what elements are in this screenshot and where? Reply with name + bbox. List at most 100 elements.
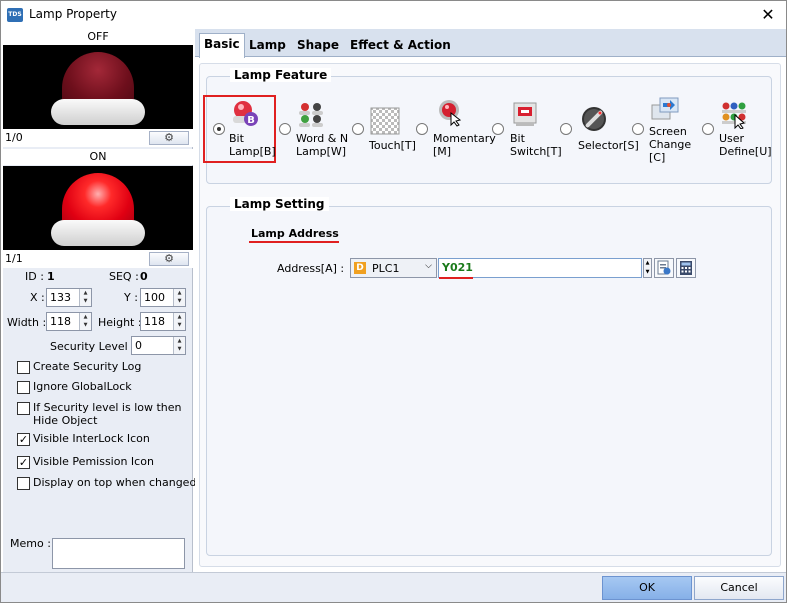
stepper-arrows-icon[interactable]: ▲ ▼ <box>173 289 185 306</box>
checkbox-label: Create Security Log <box>33 360 142 373</box>
device-badge-icon: D <box>354 262 366 274</box>
bit-switch-label[interactable]: Bit Switch[T] <box>510 132 562 158</box>
checkbox-label: Visible InterLock Icon <box>33 432 150 445</box>
bit-lamp-line2: Lamp[B] <box>229 145 276 158</box>
touch-radio[interactable] <box>352 123 364 135</box>
x-value: 133 <box>50 291 71 304</box>
right-panel: Basic Lamp Shape Effect & Action Lamp Fe… <box>195 29 786 572</box>
touch-line1: Touch[T] <box>369 139 416 152</box>
y-label: Y : <box>124 291 138 304</box>
screen-change-line1: Screen <box>649 125 687 138</box>
selector-icon <box>582 107 606 131</box>
momentary-line1: Momentary <box>433 132 496 145</box>
stepper-arrows-icon[interactable]: ▲ ▼ <box>79 289 91 306</box>
width-stepper[interactable]: 118 ▲ ▼ <box>46 312 92 331</box>
stepper-arrows-icon[interactable]: ▲ ▼ <box>173 337 185 354</box>
tab-shape[interactable]: Shape <box>293 35 343 57</box>
on-state-label: ON <box>3 149 193 165</box>
x-stepper[interactable]: 133 ▲ ▼ <box>46 288 92 307</box>
checkbox-box[interactable] <box>17 361 30 374</box>
user-define-radio[interactable] <box>702 123 714 135</box>
selector-label[interactable]: Selector[S] <box>578 139 639 152</box>
width-value: 118 <box>50 315 71 328</box>
title-bar: TDS Lamp Property ✕ <box>1 1 786 29</box>
ok-button[interactable]: OK <box>602 576 692 600</box>
on-lamp-preview <box>3 166 193 250</box>
bit-switch-radio[interactable] <box>492 123 504 135</box>
screen-change-label[interactable]: Screen Change [C] <box>649 125 691 164</box>
stepper-arrows-icon[interactable]: ▲ ▼ <box>79 313 91 330</box>
checkbox-box[interactable] <box>17 381 30 394</box>
memo-input[interactable] <box>52 538 185 569</box>
word-lamp-icon <box>299 103 323 127</box>
checkbox-label-line2: Hide Object <box>33 414 98 427</box>
security-level-stepper[interactable]: 0 ▲ ▼ <box>131 336 186 355</box>
selector-radio[interactable] <box>560 123 572 135</box>
keypad-icon <box>680 261 692 275</box>
user-define-label[interactable]: User Define[U] <box>719 132 772 158</box>
user-define-line1: User <box>719 132 745 145</box>
tab-lamp[interactable]: Lamp <box>245 35 290 57</box>
lamp-address-title: Lamp Address <box>251 227 339 240</box>
momentary-label[interactable]: Momentary [M] <box>433 132 496 158</box>
checkbox-box[interactable] <box>17 402 30 415</box>
on-lamp-footer: 1/1 ⚙ <box>3 250 193 268</box>
height-stepper[interactable]: 118 ▲ ▼ <box>140 312 186 331</box>
svg-text:B: B <box>247 115 255 126</box>
on-index: 1/1 <box>5 252 23 265</box>
off-settings-button[interactable]: ⚙ <box>149 131 189 145</box>
word-lamp-line1: Word & N <box>296 132 349 145</box>
close-button[interactable]: ✕ <box>756 3 780 27</box>
memo-label: Memo : <box>10 537 51 550</box>
on-lamp-base <box>51 220 145 246</box>
stepper-arrows-icon[interactable]: ▲ ▼ <box>173 313 185 330</box>
app-icon: TDS <box>7 8 23 22</box>
y-value: 100 <box>144 291 165 304</box>
keypad-button[interactable] <box>676 258 696 278</box>
chevron-down-icon[interactable]: ⌵ <box>425 261 432 271</box>
address-stepper-arrows-icon[interactable]: ▲ ▼ <box>643 258 652 278</box>
check-icon[interactable]: ✓ <box>17 433 30 446</box>
off-lamp-footer: 1/0 ⚙ <box>3 129 193 147</box>
bit-switch-line1: Bit <box>510 132 525 145</box>
off-lamp-preview <box>3 45 193 129</box>
id-label: ID : <box>25 270 44 283</box>
bit-lamp-radio[interactable] <box>213 123 225 135</box>
address-underline <box>439 277 473 279</box>
y-stepper[interactable]: 100 ▲ ▼ <box>140 288 186 307</box>
bit-lamp-line1: Bit <box>229 132 244 145</box>
checkbox-label: If Security level is low then <box>33 401 182 414</box>
cancel-button[interactable]: Cancel <box>694 576 784 600</box>
bit-lamp-label[interactable]: Bit Lamp[B] <box>229 132 276 158</box>
address-browse-button[interactable] <box>654 258 674 278</box>
lamp-address-underline <box>249 241 339 243</box>
lamp-setting-title: Lamp Setting <box>230 197 329 211</box>
address-input[interactable]: Y021 <box>438 258 642 278</box>
on-settings-button[interactable]: ⚙ <box>149 252 189 266</box>
address-label: Address[A] : <box>277 262 345 275</box>
address-value: Y021 <box>442 261 473 274</box>
momentary-radio[interactable] <box>416 123 428 135</box>
momentary-line2: [M] <box>433 145 452 158</box>
lamp-feature-title: Lamp Feature <box>230 68 332 82</box>
selector-line1: Selector[S] <box>578 139 639 152</box>
checkbox-box[interactable] <box>17 477 30 490</box>
word-lamp-line2: Lamp[W] <box>296 145 347 158</box>
bit-lamp-icon: B <box>233 101 258 126</box>
lamp-property-dialog: TDS Lamp Property ✕ OFF 1/0 ⚙ ON 1/1 ⚙ I… <box>0 0 787 603</box>
check-icon[interactable]: ✓ <box>17 456 30 469</box>
tab-strip: Basic Lamp Shape Effect & Action <box>195 29 786 58</box>
window-title: Lamp Property <box>29 7 117 21</box>
bit-switch-icon <box>513 102 537 126</box>
word-lamp-radio[interactable] <box>279 123 291 135</box>
device-select[interactable]: D PLC1 ⌵ <box>350 258 437 278</box>
tab-effect-action[interactable]: Effect & Action <box>346 35 455 57</box>
seq-value: 0 <box>140 270 148 283</box>
touch-label[interactable]: Touch[T] <box>369 139 416 152</box>
user-define-icon <box>722 102 746 129</box>
screen-change-icon <box>651 97 679 120</box>
gear-icon: ⚙ <box>164 252 174 265</box>
screen-change-radio[interactable] <box>632 123 644 135</box>
tab-basic[interactable]: Basic <box>199 33 245 58</box>
word-lamp-label[interactable]: Word & N Lamp[W] <box>296 132 348 158</box>
